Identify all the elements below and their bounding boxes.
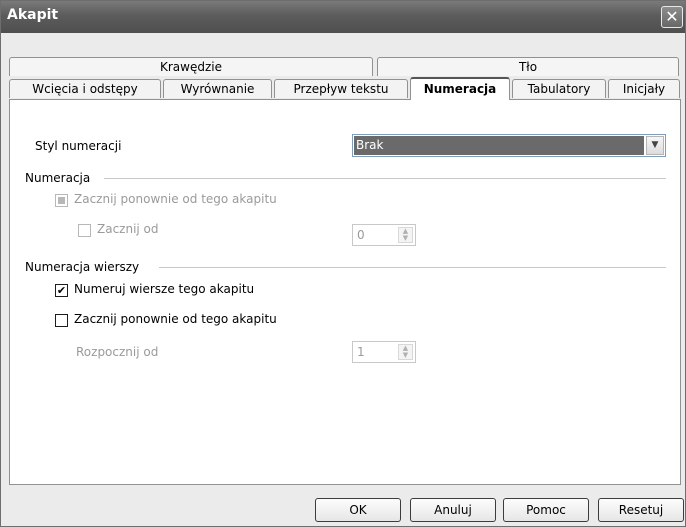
ok-button[interactable]: OK xyxy=(315,498,401,522)
start-at-checkbox[interactable] xyxy=(78,224,91,237)
numbering-section-heading: Numeracja xyxy=(25,171,91,185)
tab-numeracja[interactable]: Numeracja xyxy=(410,77,510,100)
number-lines-checkbox[interactable]: ✔ xyxy=(55,284,68,297)
tab-tabulatory[interactable]: Tabulatory xyxy=(512,79,606,98)
divider xyxy=(104,178,666,179)
cancel-button[interactable]: Anuluj xyxy=(410,498,496,522)
spin-arrows-icon[interactable]: ▲ ▼ xyxy=(398,227,413,243)
chevron-down-icon[interactable]: ▼ xyxy=(646,136,664,155)
tab-wciecia-i-odstepy[interactable]: Wcięcia i odstępy xyxy=(9,79,161,98)
title-bar[interactable]: Akapit ✕ xyxy=(1,1,685,33)
start-at-spinner[interactable]: 0 ▲ ▼ xyxy=(352,224,416,246)
start-at-value: 0 xyxy=(357,228,365,242)
dialog-title: Akapit xyxy=(7,7,59,23)
restart-numbering-label: Zacznij ponownie od tego akapitu xyxy=(74,192,277,206)
start-with-value: 1 xyxy=(357,345,365,359)
tab-przeplyw-tekstu[interactable]: Przepływ tekstu xyxy=(274,79,408,98)
dialog-window: Akapit ✕ Krawędzie Tło Wcięcia i odstępy… xyxy=(0,0,686,527)
restart-line-numbering-label: Zacznij ponownie od tego akapitu xyxy=(74,312,277,326)
line-numbering-heading: Numeracja wierszy xyxy=(25,260,140,274)
start-with-spinner[interactable]: 1 ▲ ▼ xyxy=(352,341,416,363)
close-icon[interactable]: ✕ xyxy=(661,6,683,28)
reset-button[interactable]: Resetuj xyxy=(598,498,684,522)
tab-krawedzie[interactable]: Krawędzie xyxy=(9,57,373,76)
start-with-label: Rozpocznij od xyxy=(76,345,159,359)
restart-line-numbering-checkbox[interactable] xyxy=(55,314,68,327)
tab-inicjaly[interactable]: Inicjały xyxy=(608,79,680,98)
numbering-style-value: Brak xyxy=(354,136,644,155)
numbering-style-select[interactable]: Brak ▼ xyxy=(352,134,666,157)
number-lines-label: Numeruj wiersze tego akapitu xyxy=(74,282,255,296)
restart-numbering-checkbox[interactable] xyxy=(55,194,68,207)
help-button[interactable]: Pomoc xyxy=(503,498,589,522)
divider xyxy=(159,267,666,268)
tab-tlo[interactable]: Tło xyxy=(377,57,679,76)
tab-wyrownanie[interactable]: Wyrównanie xyxy=(163,79,272,98)
spin-arrows-icon[interactable]: ▲ ▼ xyxy=(398,344,413,360)
start-at-label: Zacznij od xyxy=(97,222,159,236)
numbering-style-label: Styl numeracji xyxy=(35,139,122,153)
